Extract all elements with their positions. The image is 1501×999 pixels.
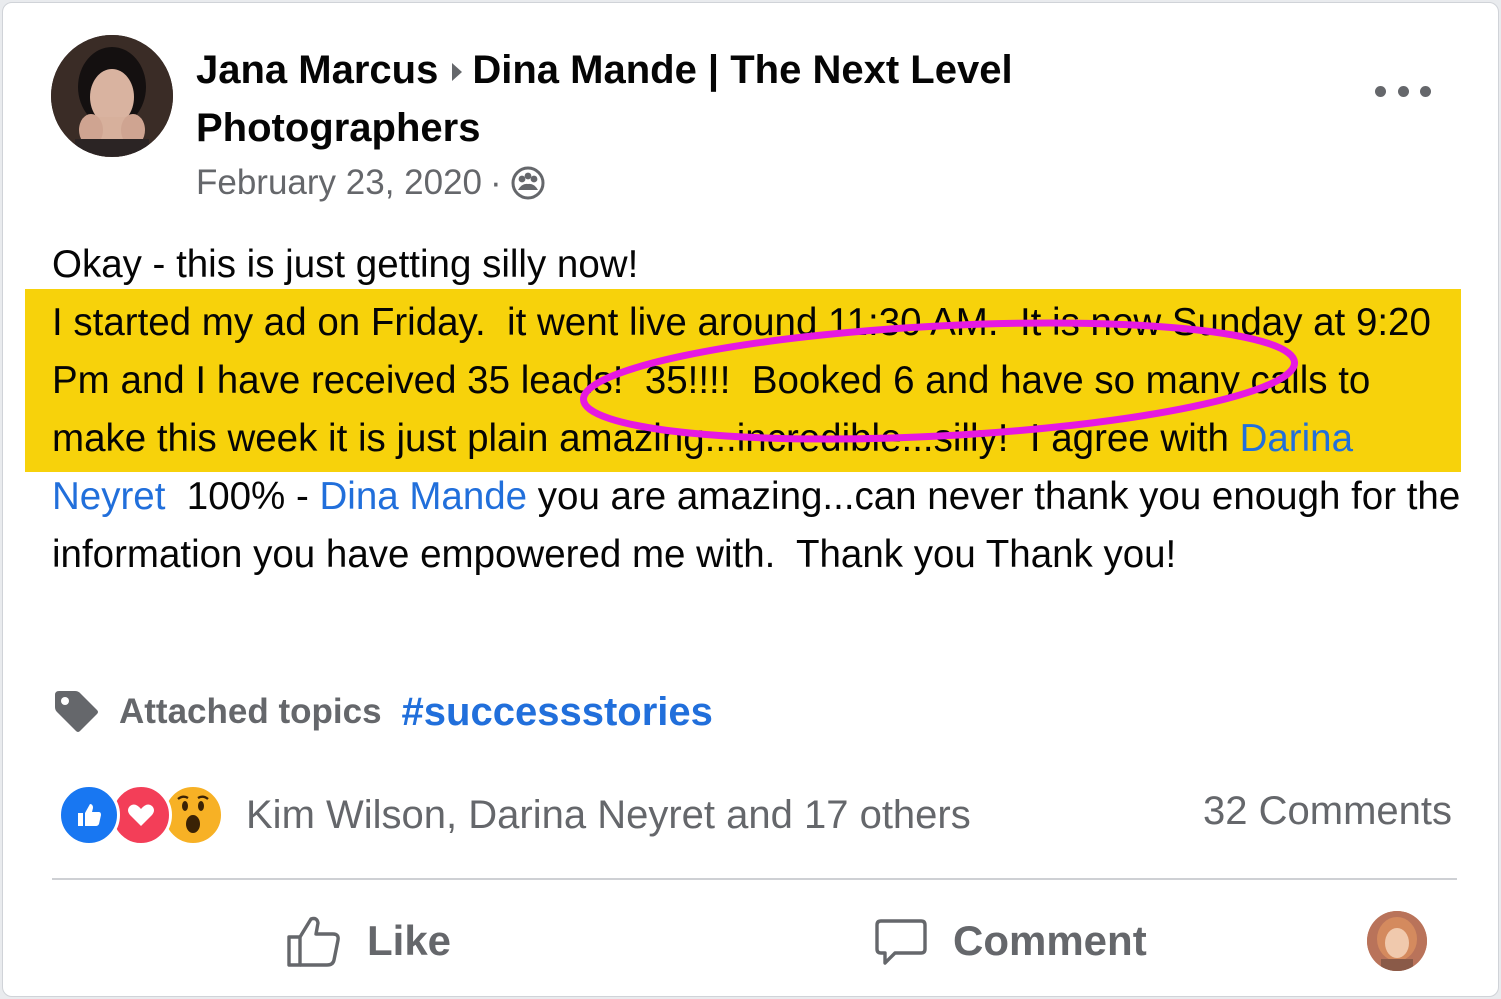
like-button[interactable]: Like — [285, 903, 451, 979]
topic-hashtag[interactable]: #successstories — [402, 690, 713, 735]
comments-count[interactable]: 32 Comments — [1203, 789, 1452, 834]
reactors-summary[interactable]: Kim Wilson, Darina Neyret and 17 others — [246, 793, 971, 838]
author-name[interactable]: Jana Marcus — [196, 48, 438, 92]
meta-separator: · — [490, 163, 502, 202]
comment-icon — [875, 919, 927, 965]
dot-icon — [1397, 85, 1409, 97]
comment-label: Comment — [953, 917, 1147, 964]
wow-face-icon — [177, 795, 209, 833]
caret-right-icon — [452, 63, 463, 82]
attached-topics: Attached topics #successstories — [51, 687, 713, 737]
group-audience-icon[interactable] — [510, 165, 546, 201]
post-meta: February 23, 2020 · — [196, 161, 546, 205]
tag-icon — [55, 691, 98, 732]
commenter-photo — [1367, 911, 1427, 971]
post-text-para2: 100% - — [165, 475, 320, 518]
comment-button[interactable]: Comment — [873, 903, 1147, 979]
dot-icon — [1375, 85, 1386, 97]
attached-topics-label: Attached topics — [119, 692, 382, 731]
like-label: Like — [367, 917, 452, 964]
post-text-line1: Okay - this is just getting silly now! — [52, 243, 639, 286]
annotation-ellipse — [579, 319, 1299, 443]
like-icon — [287, 916, 340, 967]
thumbs-up-icon — [78, 804, 101, 826]
post-card: Jana Marcus Dina Mande | The Next Level P… — [2, 2, 1499, 997]
author-photo — [51, 35, 173, 157]
post-header-title: Jana Marcus Dina Mande | The Next Level P… — [196, 41, 1196, 157]
author-avatar[interactable] — [51, 35, 173, 157]
mention-dina-mande[interactable]: Dina Mande — [319, 475, 527, 518]
reactions-summary[interactable]: Kim Wilson, Darina Neyret and 17 others — [58, 784, 971, 846]
heart-icon — [128, 804, 154, 826]
actions-divider — [52, 878, 1457, 880]
commenter-avatar[interactable] — [1367, 911, 1427, 971]
like-reaction-icon — [58, 784, 120, 846]
dot-icon — [1420, 85, 1431, 97]
more-options-icon[interactable] — [1375, 73, 1431, 109]
post-date[interactable]: February 23, 2020 — [196, 161, 482, 205]
